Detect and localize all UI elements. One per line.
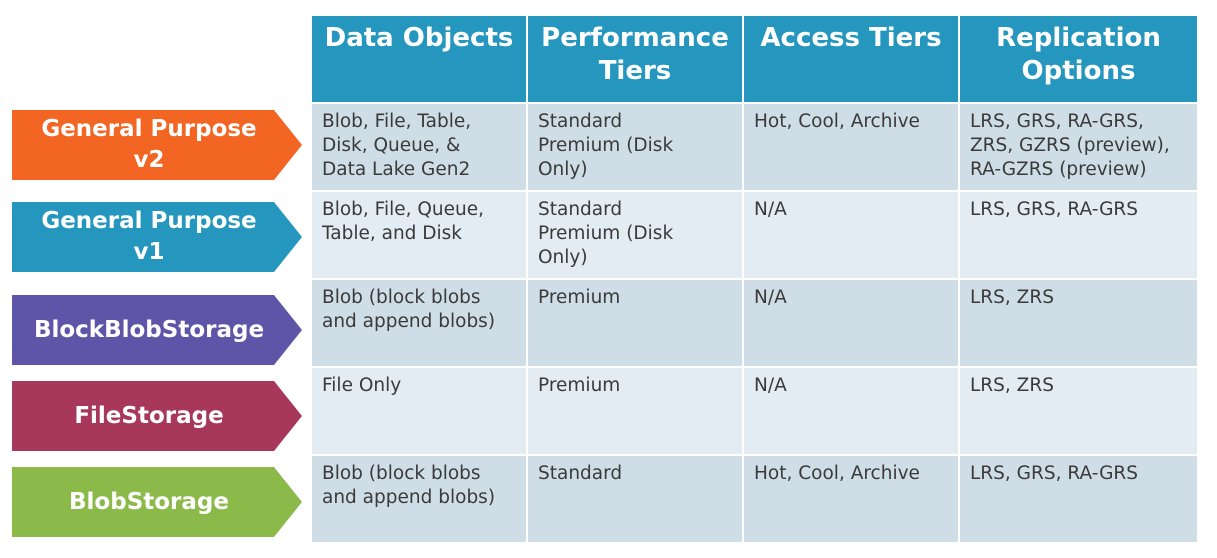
table-cell-blockblob-access: N/A: [744, 280, 958, 366]
table-cell-gpv2-access: Hot, Cool, Archive: [744, 104, 958, 190]
table-cell-blockblob-data-objects: Blob (block blobs and append blobs): [312, 280, 526, 366]
table-cell-filestorage-data-objects: File Only: [312, 368, 526, 454]
row-label-blobstorage: BlobStorage: [12, 467, 302, 537]
table-cell-gpv1-performance: Standard Premium (Disk Only): [528, 192, 742, 278]
table-cell-blobstorage-data-objects: Blob (block blobs and append blobs): [312, 456, 526, 542]
table-cell-gpv1-replication: LRS, GRS, RA-GRS: [960, 192, 1197, 278]
row-label-general-purpose-v1: General Purpose v1: [12, 202, 302, 272]
table-cell-filestorage-access: N/A: [744, 368, 958, 454]
row-label-general-purpose-v2: General Purpose v2: [12, 110, 302, 180]
table-cell-filestorage-replication: LRS, ZRS: [960, 368, 1197, 454]
header-access-tiers: Access Tiers: [744, 16, 958, 102]
header-replication-options: Replication Options: [960, 16, 1197, 102]
table-cell-blockblob-performance: Premium: [528, 280, 742, 366]
table-cell-blobstorage-performance: Standard: [528, 456, 742, 542]
table-cell-gpv2-data-objects: Blob, File, Table, Disk, Queue, & Data L…: [312, 104, 526, 190]
table-cell-blockblob-replication: LRS, ZRS: [960, 280, 1197, 366]
table-cell-gpv2-performance: Standard Premium (Disk Only): [528, 104, 742, 190]
table-cell-gpv1-data-objects: Blob, File, Queue, Table, and Disk: [312, 192, 526, 278]
table-cell-gpv1-access: N/A: [744, 192, 958, 278]
row-label-filestorage: FileStorage: [12, 381, 302, 451]
header-performance-tiers: Performance Tiers: [528, 16, 742, 102]
table-cell-blobstorage-replication: LRS, GRS, RA-GRS: [960, 456, 1197, 542]
header-data-objects: Data Objects: [312, 16, 526, 102]
table-cell-gpv2-replication: LRS, GRS, RA-GRS, ZRS, GZRS (preview), R…: [960, 104, 1197, 190]
table-cell-blobstorage-access: Hot, Cool, Archive: [744, 456, 958, 542]
row-label-blockblobstorage: BlockBlobStorage: [12, 295, 302, 365]
table-cell-filestorage-performance: Premium: [528, 368, 742, 454]
storage-account-comparison-table: Data Objects Performance Tiers Access Ti…: [312, 16, 1197, 542]
